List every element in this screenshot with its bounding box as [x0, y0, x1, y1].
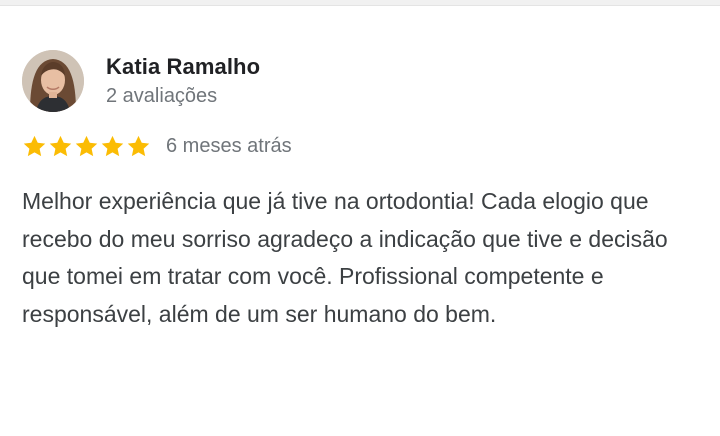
review-date: 6 meses atrás: [166, 134, 292, 157]
review-text: Melhor experiência que já tive na ortodo…: [22, 188, 668, 327]
star-icon: [127, 135, 150, 156]
star-icon: [101, 135, 124, 156]
star-icon: [75, 135, 98, 156]
review-card: Katia Ramalho 2 avaliações 6 meses atrás…: [0, 6, 720, 436]
star-rating: [22, 134, 152, 159]
author-name[interactable]: Katia Ramalho: [106, 54, 260, 80]
rating-row: 6 meses atrás: [22, 132, 292, 160]
review-count[interactable]: 2 avaliações: [106, 85, 217, 108]
star-icon: [23, 135, 46, 156]
avatar[interactable]: [22, 50, 84, 112]
profile-photo-icon: [22, 50, 84, 112]
star-icon: [49, 135, 72, 156]
